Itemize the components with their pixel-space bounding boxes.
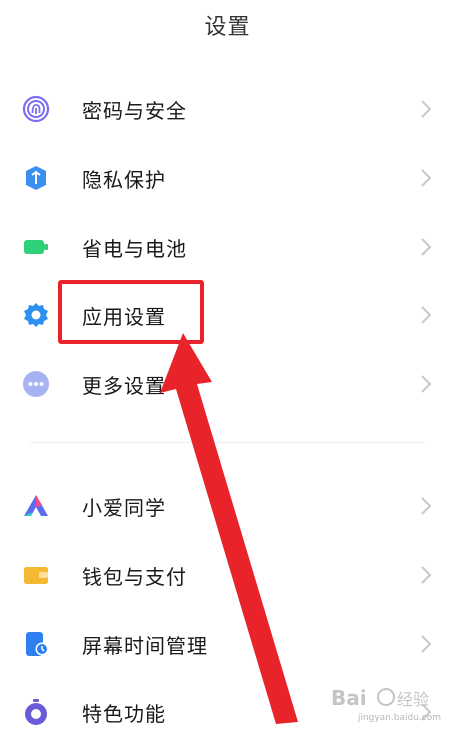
settings-item-label: 屏幕时间管理 (82, 633, 208, 658)
battery-icon (22, 233, 50, 261)
settings-item-password-security[interactable]: 密码与安全 (0, 79, 455, 139)
settings-item-privacy[interactable]: 隐私保护 (0, 148, 455, 208)
settings-item-label: 隐私保护 (82, 167, 166, 192)
annotation-highlight-box (58, 280, 204, 344)
settings-item-label: 更多设置 (82, 373, 166, 398)
settings-item-label: 小爱同学 (82, 495, 166, 520)
settings-item-label: 钱包与支付 (82, 564, 187, 589)
chevron-right-icon (421, 635, 432, 653)
watermark: Bai 经验 jingyan.baidu.com (331, 683, 441, 723)
watermark-text: jingyan.baidu.com (357, 713, 441, 723)
screen-time-icon (22, 630, 50, 658)
settings-item-screen-time[interactable]: 屏幕时间管理 (0, 614, 455, 674)
settings-item-label: 特色功能 (82, 701, 166, 726)
gear-icon (22, 301, 50, 329)
wallet-icon (22, 561, 50, 589)
svg-text:经验: 经验 (397, 690, 429, 709)
svg-text:Bai: Bai (331, 686, 367, 710)
chevron-right-icon (421, 497, 432, 515)
chevron-right-icon (421, 238, 432, 256)
settings-item-xiaoai[interactable]: 小爱同学 (0, 476, 455, 536)
baidu-logo-icon: Bai 经验 (331, 686, 429, 710)
group-divider (30, 442, 425, 443)
settings-item-label: 省电与电池 (82, 236, 187, 261)
settings-item-wallet[interactable]: 钱包与支付 (0, 545, 455, 605)
chevron-right-icon (421, 566, 432, 584)
privacy-shield-icon (22, 164, 50, 192)
settings-item-more-settings[interactable]: 更多设置 (0, 354, 455, 414)
chevron-right-icon (421, 306, 432, 324)
title-bar: 设置 (0, 0, 455, 50)
more-dots-icon (22, 370, 50, 398)
chevron-right-icon (421, 169, 432, 187)
xiaoai-icon (22, 492, 50, 520)
stopwatch-icon (22, 698, 50, 726)
settings-item-battery[interactable]: 省电与电池 (0, 217, 455, 277)
settings-item-label: 密码与安全 (82, 98, 187, 123)
chevron-right-icon (421, 375, 432, 393)
page-title: 设置 (204, 15, 251, 40)
chevron-right-icon (421, 100, 432, 118)
fingerprint-icon (22, 95, 50, 123)
